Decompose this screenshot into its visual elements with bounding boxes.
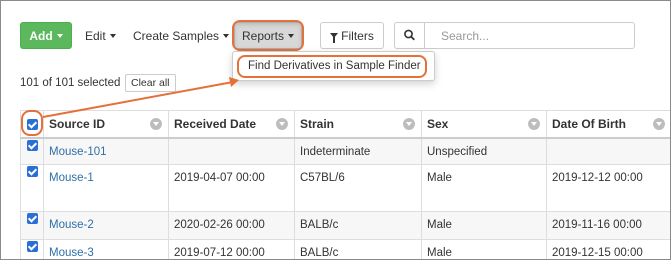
cell-source-id: Mouse-2 [43,210,169,240]
cell-sex: Unspecified [421,137,547,165]
cell-date-of-birth: 2019-11-16 00:00 [546,210,670,240]
reports-dropdown-menu: Find Derivatives in Sample Finder [232,51,435,81]
cell-source-id: Mouse-3 [43,238,169,259]
cell-source-id: Mouse-1 [43,163,169,212]
row-checkbox[interactable] [26,212,38,224]
table-row: Mouse-3 2019-07-12 00:00 BALB/c Male 201… [20,238,670,259]
table-row: Mouse-101 Indeterminate Unspecified [20,137,670,165]
row-checkbox-cell [20,210,44,240]
selection-status: 101 of 101 selected Clear all [20,73,176,93]
source-id-link[interactable]: Mouse-3 [49,247,94,259]
cell-sex: Male [421,163,547,212]
create-samples-label: Create Samples [133,29,220,43]
row-checkbox[interactable] [26,240,38,252]
row-checkbox[interactable] [26,165,38,177]
cell-sex: Male [421,238,547,259]
cell-source-id: Mouse-101 [43,137,169,165]
filter-icon [330,32,339,43]
search-icon [404,29,415,41]
cell-sex: Male [421,210,547,240]
chevron-down-icon [56,33,63,38]
reports-highlight-ring [232,20,304,51]
column-menu-icon[interactable] [276,118,288,130]
column-header-source-id[interactable]: Source ID [43,110,169,139]
column-menu-icon[interactable] [653,118,665,130]
column-menu-icon[interactable] [403,118,415,130]
chevron-down-icon [223,33,230,38]
sources-grid: Source ID Received Date Strain Sex Date … [20,110,670,259]
column-header-date-of-birth[interactable]: Date Of Birth [546,110,670,139]
cell-strain: Indeterminate [294,137,422,165]
cell-received-date [168,137,295,165]
filters-button-label: Filters [341,29,374,43]
edit-button-label: Edit [85,29,106,43]
row-checkbox-cell [20,238,44,259]
chevron-down-icon [109,33,116,38]
column-menu-icon[interactable] [150,118,162,130]
cell-strain: C57BL/6 [294,163,422,212]
cell-received-date: 2019-07-12 00:00 [168,238,295,259]
select-all-highlight-ring [21,110,43,136]
add-button-label: Add [29,29,53,43]
create-samples-button[interactable]: Create Samples [122,22,240,49]
grid-toolbar: Add Edit Create Samples Reports Filters [20,20,660,51]
cell-received-date: 2019-04-07 00:00 [168,163,295,212]
row-checkbox-cell [20,137,44,165]
cell-received-date: 2020-02-26 00:00 [168,210,295,240]
clear-all-button[interactable]: Clear all [125,74,176,92]
column-menu-icon[interactable] [528,118,540,130]
search-input[interactable] [424,22,635,49]
row-checkbox-cell [20,163,44,212]
edit-button[interactable]: Edit [74,22,127,49]
menu-item-find-derivatives[interactable]: Find Derivatives in Sample Finder [237,55,427,78]
column-header-strain[interactable]: Strain [294,110,422,139]
column-header-sex[interactable]: Sex [421,110,547,139]
cell-strain: BALB/c [294,210,422,240]
search-button[interactable] [394,22,425,49]
cell-date-of-birth: 2019-12-12 00:00 [546,163,670,212]
filters-button[interactable]: Filters [320,22,384,49]
table-row: Mouse-2 2020-02-26 00:00 BALB/c Male 201… [20,210,670,240]
row-checkbox[interactable] [26,140,38,151]
cell-date-of-birth: 2019-12-15 00:00 [546,238,670,259]
source-id-link[interactable]: Mouse-2 [49,219,94,231]
source-id-link[interactable]: Mouse-1 [49,172,94,184]
cell-strain: BALB/c [294,238,422,259]
cell-date-of-birth [546,137,670,165]
column-header-received-date[interactable]: Received Date [168,110,295,139]
screenshot-frame: Add Edit Create Samples Reports Filters … [0,0,671,260]
source-id-link[interactable]: Mouse-101 [49,146,107,158]
table-row: Mouse-1 2019-04-07 00:00 C57BL/6 Male 20… [20,163,670,212]
add-button[interactable]: Add [20,22,72,49]
selection-count: 101 of 101 selected [20,77,121,89]
table-header-row: Source ID Received Date Strain Sex Date … [20,110,670,139]
